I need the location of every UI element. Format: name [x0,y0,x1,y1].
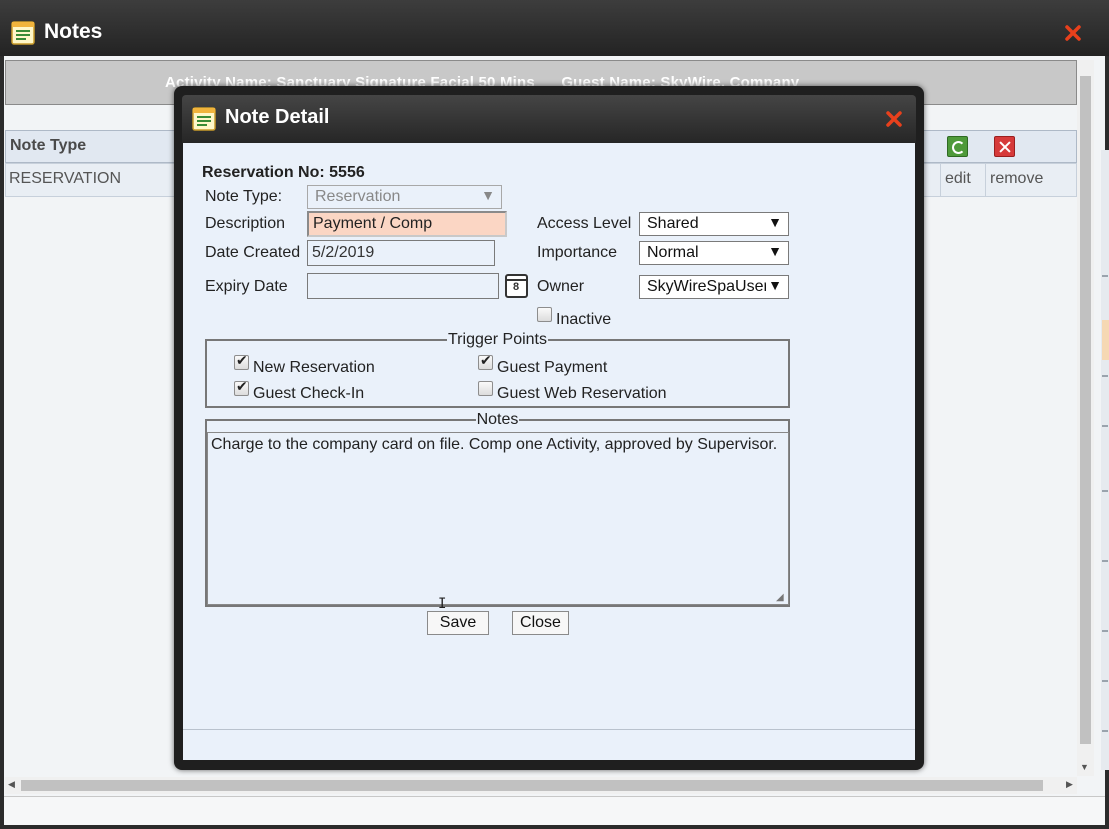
importance-select[interactable]: Normal ▼ [639,241,789,265]
dialog-footer-divider [183,729,915,730]
close-icon[interactable] [885,110,903,133]
close-button[interactable]: Close [512,611,569,635]
notes-titlebar [0,0,1109,56]
column-divider [985,163,986,197]
notes-window-title: Notes [44,20,103,43]
notes-icon [11,21,35,50]
note-detail-title: Note Detail [225,106,330,128]
expiry-date-label: Expiry Date [205,278,288,295]
owner-value: SkyWireSpaUser [647,278,769,295]
date-created-label: Date Created [205,244,301,261]
owner-label: Owner [537,278,585,295]
status-bar [4,796,1105,825]
notes-legend: Notes [476,411,519,428]
chevron-down-icon: ▼ [768,214,782,230]
new-reservation-checkbox[interactable] [234,353,249,370]
resize-grip-icon[interactable]: ◢ [776,592,784,603]
remove-link[interactable]: remove [990,170,1043,188]
edit-link[interactable]: edit [945,170,971,188]
date-created-field[interactable] [307,240,495,266]
owner-select[interactable]: SkyWireSpaUser ▼ [639,275,789,299]
scroll-down-arrow-icon[interactable]: ▼ [1080,762,1089,772]
window-bottom-edge [0,825,1109,829]
column-header-note-type[interactable]: Note Type [10,137,86,155]
scroll-left-arrow-icon[interactable]: ◀ [8,779,15,790]
scroll-right-arrow-icon[interactable]: ▶ [1066,779,1073,790]
chevron-down-icon: ▼ [481,187,495,203]
guest-web-reservation-checkbox[interactable] [478,381,493,396]
inactive-checkbox[interactable] [537,307,552,322]
importance-label: Importance [537,244,618,261]
new-reservation-label: New Reservation [253,359,375,376]
chevron-down-icon: ▼ [766,277,782,293]
note-type-value: Reservation [315,188,401,205]
guest-web-reservation-label: Guest Web Reservation [497,385,667,402]
description-label: Description [205,215,286,232]
importance-value: Normal [647,244,699,261]
background-pane-edge [1101,150,1109,770]
save-button[interactable]: Save [427,611,489,635]
trigger-points-legend: Trigger Points [448,331,547,348]
chevron-down-icon: ▼ [768,243,782,259]
description-field[interactable] [307,211,507,237]
close-icon[interactable] [1064,24,1082,47]
access-level-label: Access Level [537,215,632,232]
notes-textarea[interactable] [207,432,789,605]
reservation-number: Reservation No: 5556 [202,164,365,181]
access-level-value: Shared [647,215,699,232]
access-level-select[interactable]: Shared ▼ [639,212,789,236]
expiry-date-field[interactable] [307,273,499,299]
delete-icon[interactable] [994,136,1015,157]
note-type-label: Note Type: [205,188,283,205]
note-type-cell: RESERVATION [9,170,122,187]
column-divider [940,163,941,197]
calendar-icon[interactable] [505,274,528,298]
refresh-icon[interactable] [947,136,968,157]
inactive-label: Inactive [556,311,612,328]
notes-icon [192,107,216,136]
vertical-scroll-thumb[interactable] [1080,76,1091,744]
guest-check-in-checkbox[interactable] [234,379,249,396]
guest-payment-checkbox[interactable] [478,353,493,370]
note-type-select: Reservation ▼ [307,185,502,209]
guest-payment-label: Guest Payment [497,359,608,376]
guest-check-in-label: Guest Check-In [253,385,365,402]
text-cursor-icon: I [438,596,447,612]
horizontal-scroll-thumb[interactable] [21,780,1043,791]
